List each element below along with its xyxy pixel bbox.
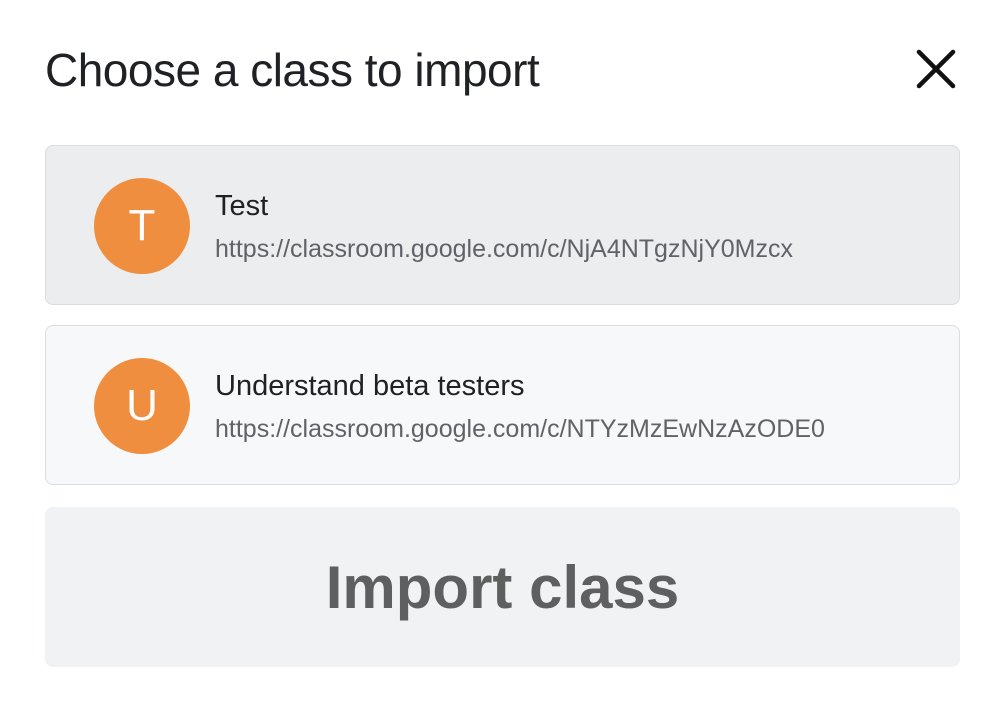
class-name: Understand beta testers [215, 370, 525, 402]
class-url: https://classroom.google.com/c/NjA4NTgzN… [215, 235, 793, 263]
close-icon [916, 49, 956, 89]
avatar: T [94, 178, 190, 274]
class-name: Test [215, 190, 269, 222]
class-list: T Test https://classroom.google.com/c/Nj… [45, 145, 960, 505]
dialog-title: Choose a class to import [45, 44, 540, 96]
import-class-dialog: Choose a class to import T Test https://… [0, 0, 1004, 712]
class-url: https://classroom.google.com/c/NTYzMzEwN… [215, 415, 825, 443]
class-item-understand-beta-testers[interactable]: U Understand beta testers https://classr… [45, 325, 960, 485]
class-item-test[interactable]: T Test https://classroom.google.com/c/Nj… [45, 145, 960, 305]
close-button[interactable] [910, 46, 960, 94]
avatar: U [94, 358, 190, 454]
import-class-button[interactable]: Import class [45, 507, 960, 667]
